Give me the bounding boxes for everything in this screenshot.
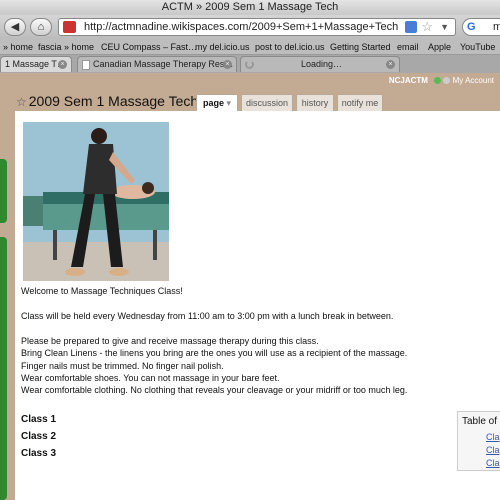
toc-link[interactable]: Cla (486, 458, 500, 468)
url-bar[interactable]: http://actmnadine.wikispaces.com/2009+Se… (58, 18, 456, 36)
instruction-line: Finger nails must be trimmed. No finger … (21, 361, 224, 371)
bookmark-item[interactable]: CEU Compass – Fast… (101, 39, 197, 54)
bookmarks-bar: » home fascia » home CEU Compass – Fast…… (0, 39, 500, 55)
status-icon (434, 77, 442, 85)
toc-link[interactable]: Cla (486, 445, 500, 455)
page-content: Welcome to Massage Techniques Class! Cla… (15, 111, 500, 500)
bookmark-star-icon[interactable]: ☆ (421, 19, 433, 35)
browser-window: ACTM » 2009 Sem 1 Massage Tech ◀ ⌂ http:… (0, 0, 500, 500)
tab-label: 1 Massage T… (5, 59, 66, 69)
favorite-star-icon[interactable]: ☆ (16, 95, 27, 109)
instruction-line: Wear comfortable clothing. No clothing t… (21, 385, 408, 395)
massage-scene-image (23, 122, 169, 281)
class-heading: Class 2 (21, 431, 57, 442)
welcome-text: Welcome to Massage Techniques Class! (21, 286, 183, 296)
side-accent-bar (0, 159, 7, 223)
tab-page-label: page (202, 98, 224, 108)
bookmark-item[interactable]: YouTube (460, 39, 495, 54)
navigation-toolbar: ◀ ⌂ http://actmnadine.wikispaces.com/200… (0, 15, 500, 39)
class-heading: Class 3 (21, 448, 57, 459)
my-account-link[interactable]: My Account (453, 76, 494, 85)
loading-spinner-icon (245, 60, 254, 70)
bookmark-item[interactable]: fascia » home (38, 39, 94, 54)
toc-title: Table of (462, 416, 498, 427)
tab-strip: 1 Massage T… × Canadian Massage Therapy … (0, 55, 500, 73)
massage-photo (23, 122, 169, 281)
tab-massage-tech[interactable]: 1 Massage T… × (0, 56, 72, 72)
bookmark-item[interactable]: my del.icio.us (195, 39, 250, 54)
window-title: ACTM » 2009 Sem 1 Massage Tech (0, 0, 500, 15)
tab-discussion[interactable]: discussion (241, 94, 293, 111)
close-tab-icon[interactable]: × (58, 60, 67, 69)
tab-loading[interactable]: Loading… × (240, 56, 400, 72)
rss-feed-icon[interactable] (405, 21, 417, 33)
site-favicon-icon (63, 21, 76, 33)
table-of-contents: Table of Cla Cla Cla (457, 411, 500, 471)
bookmark-item[interactable]: Apple (428, 39, 451, 54)
bookmark-item[interactable]: Getting Started (330, 39, 391, 54)
instruction-line: Please be prepared to give and receive m… (21, 336, 319, 346)
user-nav: NCJACTM My Account (389, 76, 494, 85)
tab-page[interactable]: page ▾ (196, 94, 238, 111)
tab-notify-me[interactable]: notify me (337, 94, 383, 111)
instruction-line: Bring Clean Linens - the linens you brin… (21, 348, 408, 358)
close-tab-icon[interactable]: × (386, 60, 395, 69)
page-title-text: 2009 Sem 1 Massage Tech (28, 93, 199, 109)
url-text: http://actmnadine.wikispaces.com/2009+Se… (84, 21, 399, 33)
page-title: ☆ 2009 Sem 1 Massage Tech (16, 93, 198, 109)
tab-history[interactable]: history (296, 94, 334, 111)
home-icon[interactable]: ⌂ (30, 18, 52, 36)
tab-label: Canadian Massage Therapy Res… (93, 59, 234, 69)
instruction-line: Wear comfortable shoes. You can not mass… (21, 373, 280, 383)
url-history-dropdown-icon[interactable]: ▼ (440, 19, 449, 35)
google-search-icon: G (467, 21, 476, 33)
chevron-down-icon[interactable]: ▾ (227, 98, 232, 108)
search-input-value: m (493, 21, 500, 33)
web-page: NCJACTM My Account ☆ 2009 Sem 1 Massage T… (0, 73, 500, 500)
schedule-text: Class will be held every Wednesday from … (21, 311, 394, 321)
class-heading: Class 1 (21, 414, 57, 425)
bookmark-item[interactable]: post to del.icio.us (255, 39, 325, 54)
settings-icon[interactable] (443, 77, 451, 85)
back-arrow-icon[interactable]: ◀ (4, 18, 26, 36)
tab-canadian-massage[interactable]: Canadian Massage Therapy Res… × (77, 56, 237, 72)
side-accent-bar (0, 237, 7, 500)
document-icon (82, 59, 90, 70)
toc-link[interactable]: Cla (486, 432, 500, 442)
search-input[interactable]: G m (462, 18, 500, 36)
close-tab-icon[interactable]: × (223, 60, 232, 69)
username[interactable]: NCJACTM (389, 76, 428, 85)
tab-label: Loading… (301, 59, 343, 69)
bookmark-item[interactable]: email (397, 39, 419, 54)
bookmark-item[interactable]: » home (3, 39, 33, 54)
